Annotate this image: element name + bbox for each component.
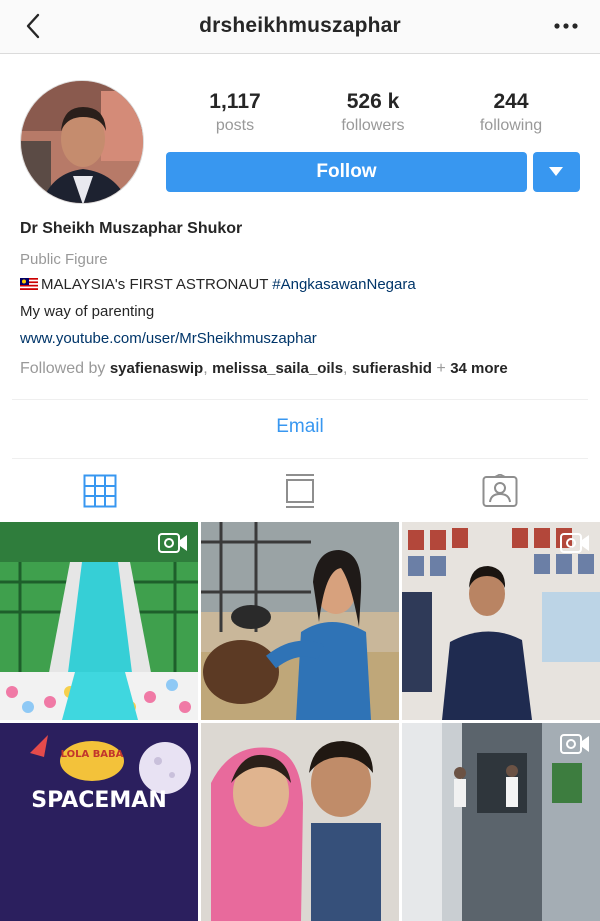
stat-label: following <box>479 117 543 134</box>
stat-followers[interactable]: 526 k followers <box>304 90 442 135</box>
profile-category: Public Figure <box>20 251 108 268</box>
profile-avatar[interactable] <box>20 80 144 204</box>
feed-list-icon <box>286 474 314 508</box>
follower-username[interactable]: sufierashid <box>352 360 432 377</box>
post-thumbnail[interactable] <box>201 723 399 921</box>
divider <box>12 458 588 459</box>
post-thumbnail[interactable]: LOLA BABA SPACEMAN <box>0 723 198 921</box>
website-link[interactable]: www.youtube.com/user/MrSheikhmuszaphar <box>20 330 317 348</box>
post-thumbnail[interactable] <box>0 522 198 720</box>
post-image <box>201 522 399 720</box>
stat-posts: 1,117 posts <box>166 90 304 135</box>
post-image: LOLA BABA SPACEMAN <box>0 723 198 921</box>
followed-by[interactable]: Followed by syafienaswip, melissa_saila_… <box>20 360 508 378</box>
video-icon <box>158 533 187 553</box>
profile-tabs <box>0 460 600 522</box>
tile-logo-text: LOLA BABA <box>61 749 124 760</box>
more-options-icon[interactable] <box>552 14 580 38</box>
stat-following[interactable]: 244 following <box>442 90 580 135</box>
follow-button[interactable]: Follow <box>166 152 527 192</box>
chevron-down-icon <box>549 167 563 176</box>
stat-value: 244 <box>493 90 529 113</box>
video-icon <box>560 734 589 754</box>
suggested-accounts-button[interactable] <box>533 152 580 192</box>
follower-username[interactable]: syafienaswip <box>110 360 203 377</box>
profile-stats: 1,117 posts 526 k followers 244 followin… <box>166 90 580 135</box>
followed-by-prefix: Followed by <box>20 360 110 377</box>
stat-label: posts <box>215 117 255 134</box>
divider <box>12 399 588 400</box>
malaysia-flag-icon <box>20 278 38 290</box>
avatar-photo <box>21 81 143 203</box>
post-thumbnail[interactable] <box>402 522 600 720</box>
email-button[interactable]: Email <box>0 416 600 438</box>
post-thumbnail[interactable] <box>201 522 399 720</box>
video-icon <box>560 533 589 553</box>
tab-tagged[interactable] <box>400 460 600 522</box>
tile-title-text: SPACEMAN <box>31 788 166 813</box>
tagged-person-icon <box>482 474 518 507</box>
grid-icon <box>83 474 117 508</box>
tab-grid[interactable] <box>0 460 200 522</box>
profile-username-title: drsheikhmuszaphar <box>199 14 401 37</box>
bio-text: MALAYSIA's FIRST ASTRONAUT <box>41 276 273 293</box>
tab-feed[interactable] <box>200 460 400 522</box>
hashtag-link[interactable]: #AngkasawanNegara <box>272 276 415 293</box>
followed-by-more[interactable]: 34 more <box>450 360 508 377</box>
bio-line-parenting: My way of parenting <box>20 303 155 320</box>
profile-full-name: Dr Sheikh Muszaphar Shukor <box>20 220 243 237</box>
post-thumbnail[interactable] <box>402 723 600 921</box>
bio-line-astronaut: MALAYSIA's FIRST ASTRONAUT #AngkasawanNe… <box>20 276 416 294</box>
post-image <box>201 723 399 921</box>
follower-username[interactable]: melissa_saila_oils <box>212 360 343 377</box>
stat-value: 1,117 <box>209 90 261 113</box>
stat-label: followers <box>341 117 405 134</box>
top-nav-bar: drsheikhmuszaphar <box>0 0 600 54</box>
stat-value: 526 k <box>346 90 400 113</box>
